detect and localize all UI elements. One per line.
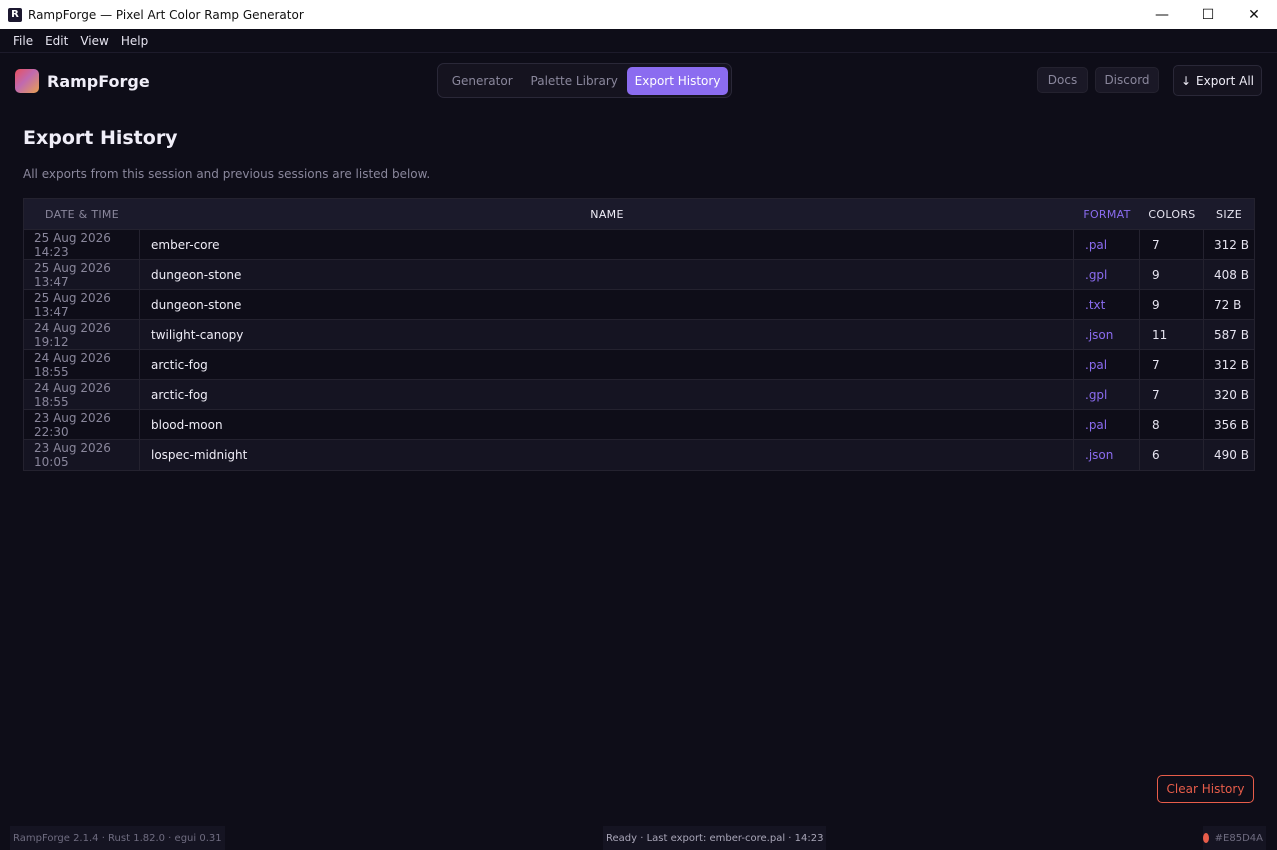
cell-colors: 7 xyxy=(1140,380,1204,409)
cell-name: ember-core xyxy=(140,230,1074,259)
cell-date: 25 Aug 2026 13:47 xyxy=(24,260,140,289)
cell-date: 24 Aug 2026 18:55 xyxy=(24,350,140,379)
cell-format: .pal xyxy=(1074,410,1140,439)
cell-colors: 7 xyxy=(1140,230,1204,259)
view-tabs: Generator Palette Library Export History xyxy=(437,63,732,98)
tab-export-history[interactable]: Export History xyxy=(627,66,728,95)
page-title: Export History xyxy=(23,127,178,149)
cell-colors: 6 xyxy=(1140,440,1204,470)
menu-file[interactable]: File xyxy=(7,34,39,48)
clear-history-button[interactable]: Clear History xyxy=(1157,775,1254,803)
cell-size: 408 B xyxy=(1214,267,1249,282)
tab-palette-library[interactable]: Palette Library xyxy=(521,67,627,95)
cell-name: arctic-fog xyxy=(140,350,1074,379)
status-version: RampForge 2.1.4 · Rust 1.82.0 · egui 0.3… xyxy=(10,826,225,850)
export-all-button[interactable]: ↓ Export All xyxy=(1173,65,1262,96)
cell-size: 312 B xyxy=(1214,357,1249,372)
cell-size: 490 B xyxy=(1214,448,1249,462)
cell-date: 23 Aug 2026 22:30 xyxy=(24,410,140,439)
cell-date: 24 Aug 2026 19:12 xyxy=(24,320,140,349)
docs-button[interactable]: Docs xyxy=(1037,67,1088,93)
export-history-table: DATE & TIME NAME FORMAT COLORS SIZE 25 A… xyxy=(23,198,1255,471)
cell-format: .json xyxy=(1074,320,1140,349)
minimize-button[interactable]: — xyxy=(1139,0,1185,29)
cell-format: .pal xyxy=(1074,230,1140,259)
cell-format: .json xyxy=(1074,440,1140,470)
cell-colors: 11 xyxy=(1140,320,1204,349)
table-row[interactable]: 25 Aug 2026 13:47 dungeon-stone .txt 9 7… xyxy=(24,290,1254,320)
table-body: 25 Aug 2026 14:23 ember-core .pal 7 312 … xyxy=(24,230,1254,470)
close-button[interactable]: ✕ xyxy=(1231,0,1277,29)
cell-date: 24 Aug 2026 18:55 xyxy=(24,380,140,409)
cell-date: 25 Aug 2026 13:47 xyxy=(24,290,140,319)
window-title: RampForge — Pixel Art Color Ramp Generat… xyxy=(28,7,304,22)
app-icon: R xyxy=(8,7,22,22)
menu-bar: File Edit View Help xyxy=(0,29,1277,53)
cell-size: 320 B xyxy=(1214,387,1249,402)
table-row[interactable]: 25 Aug 2026 14:23 ember-core .pal 7 312 … xyxy=(24,230,1254,260)
column-header-name[interactable]: NAME xyxy=(140,199,1074,229)
table-row[interactable]: 24 Aug 2026 18:55 arctic-fog .gpl 7 320 … xyxy=(24,380,1254,410)
status-message: Ready · Last export: ember-core.pal · 14… xyxy=(603,826,827,850)
cell-name: twilight-canopy xyxy=(140,320,1074,349)
cell-size: 587 B xyxy=(1214,327,1249,342)
cell-format: .gpl xyxy=(1074,380,1140,409)
cell-date: 25 Aug 2026 14:23 xyxy=(24,230,140,259)
menu-help[interactable]: Help xyxy=(115,34,154,48)
table-row[interactable]: 24 Aug 2026 18:55 arctic-fog .pal 7 312 … xyxy=(24,350,1254,380)
app-header: RampForge Generator Palette Library Expo… xyxy=(0,54,1277,108)
cell-date: 23 Aug 2026 10:05 xyxy=(24,440,140,470)
column-header-colors[interactable]: COLORS xyxy=(1140,199,1204,229)
table-row[interactable]: 23 Aug 2026 22:30 blood-moon .pal 8 356 … xyxy=(24,410,1254,440)
page-subtitle: All exports from this session and previo… xyxy=(23,167,431,181)
table-header: DATE & TIME NAME FORMAT COLORS SIZE xyxy=(24,199,1254,230)
table-row[interactable]: 23 Aug 2026 10:05 lospec-midnight .json … xyxy=(24,440,1254,470)
cell-size: 72 B xyxy=(1214,297,1242,312)
cell-format: .txt xyxy=(1074,290,1140,319)
cell-name: arctic-fog xyxy=(140,380,1074,409)
cell-colors: 8 xyxy=(1140,410,1204,439)
cell-colors: 9 xyxy=(1140,290,1204,319)
status-color-indicator: #E85D4A xyxy=(1203,826,1266,850)
column-header-date[interactable]: DATE & TIME xyxy=(24,199,140,229)
color-swatch-icon xyxy=(1203,833,1209,843)
cell-format: .pal xyxy=(1074,350,1140,379)
column-header-size[interactable]: SIZE xyxy=(1204,199,1254,229)
cell-size: 312 B xyxy=(1214,237,1249,252)
cell-colors: 7 xyxy=(1140,350,1204,379)
maximize-button[interactable]: ☐ xyxy=(1185,0,1231,29)
menu-edit[interactable]: Edit xyxy=(39,34,74,48)
table-row[interactable]: 24 Aug 2026 19:12 twilight-canopy .json … xyxy=(24,320,1254,350)
logo-text: RampForge xyxy=(47,72,150,91)
cell-format: .gpl xyxy=(1074,260,1140,289)
cell-size: 356 B xyxy=(1214,417,1249,432)
title-bar: R RampForge — Pixel Art Color Ramp Gener… xyxy=(0,0,1277,29)
export-all-label: Export All xyxy=(1196,73,1255,88)
status-color-hex: #E85D4A xyxy=(1214,832,1263,844)
menu-view[interactable]: View xyxy=(74,34,114,48)
window-controls: — ☐ ✕ xyxy=(1139,0,1277,29)
download-arrow-icon: ↓ xyxy=(1180,73,1192,88)
discord-button[interactable]: Discord xyxy=(1095,67,1159,93)
cell-name: blood-moon xyxy=(140,410,1074,439)
column-header-format[interactable]: FORMAT xyxy=(1074,199,1140,229)
cell-colors: 9 xyxy=(1140,260,1204,289)
table-row[interactable]: 25 Aug 2026 13:47 dungeon-stone .gpl 9 4… xyxy=(24,260,1254,290)
logo-icon xyxy=(15,69,39,93)
cell-name: dungeon-stone xyxy=(140,260,1074,289)
tab-generator[interactable]: Generator xyxy=(443,67,521,95)
cell-name: lospec-midnight xyxy=(140,440,1074,470)
cell-name: dungeon-stone xyxy=(140,290,1074,319)
